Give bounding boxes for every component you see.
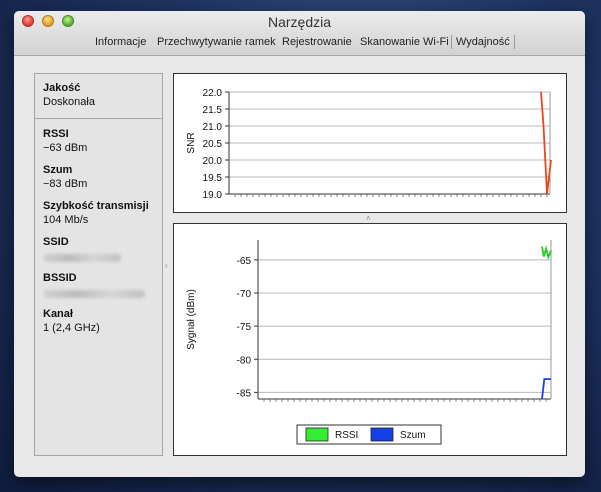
y-tick-label: 20.0 — [203, 156, 223, 167]
noise-value: −83 dBm — [43, 178, 88, 190]
bssid-label: BSSID — [43, 272, 77, 284]
tab-skanowanie-wifi[interactable]: Skanowanie Wi-Fi — [357, 35, 452, 49]
ssid-label: SSID — [43, 236, 69, 248]
quality-label: Jakość — [43, 82, 81, 94]
rssi-label: RSSI — [43, 128, 69, 140]
tx-rate-value: 104 Mb/s — [43, 214, 89, 226]
y-tick-label: 19.5 — [203, 173, 223, 184]
rssi-value: −63 dBm — [43, 142, 88, 154]
channel-label: Kanał — [43, 308, 73, 320]
legend-label-rssi: RSSI — [335, 430, 358, 441]
tab-bar: Informacje Przechwytywanie ramek Rejestr… — [14, 35, 585, 53]
legend-swatch-noise — [370, 427, 394, 442]
titlebar: Narzędzia Informacje Przechwytywanie ram… — [14, 11, 585, 56]
vertical-split-handle[interactable]: ‹ — [165, 261, 168, 270]
noise-label: Szum — [43, 164, 73, 176]
y-tick-label: -75 — [237, 322, 252, 333]
ssid-value-redacted — [43, 254, 121, 262]
y-tick-label: 21.5 — [203, 105, 223, 116]
window-title: Narzędzia — [267, 14, 332, 30]
y-axis-label: Sygnał (dBm) — [186, 289, 197, 350]
quality-value: Doskonała — [43, 96, 95, 108]
y-tick-label: 20.5 — [203, 139, 223, 150]
tab-przechwytywanie-ramek[interactable]: Przechwytywanie ramek — [154, 35, 279, 49]
connection-info-panel: Jakość Doskonała RSSI −63 dBm Szum −83 d… — [34, 73, 163, 456]
y-tick-label: -65 — [237, 256, 252, 267]
y-axis-label: SNR — [186, 132, 197, 153]
y-tick-label: 19.0 — [203, 190, 223, 201]
legend-swatch-rssi — [305, 427, 329, 442]
panel-divider — [35, 118, 162, 119]
snr-chart: 22.0 21.5 21.0 20.5 20.0 19.5 19.0 SNR — [186, 88, 552, 201]
signal-chart-panel: -65 -70 -75 -80 -85 Sygnał (dBm) RSSI Szum — [173, 223, 567, 456]
legend-label-noise: Szum — [400, 430, 426, 441]
y-tick-label: 22.0 — [203, 88, 223, 99]
series-line-szum — [541, 378, 551, 400]
snr-chart-panel: 22.0 21.5 21.0 20.5 20.0 19.5 19.0 SNR — [173, 73, 567, 213]
y-tick-label: -70 — [237, 289, 252, 300]
chart-legend: RSSI Szum — [296, 424, 442, 445]
signal-chart: -65 -70 -75 -80 -85 Sygnał (dBm) RSSI Szum — [186, 240, 552, 445]
bssid-value-redacted — [43, 290, 145, 298]
tab-rejestrowanie[interactable]: Rejestrowanie — [279, 35, 355, 49]
tab-wydajnosc[interactable]: Wydajność — [451, 35, 515, 49]
horizontal-split-handle[interactable]: ˄ — [366, 214, 371, 223]
y-tick-label: -85 — [237, 388, 252, 399]
wireless-diagnostics-window: Narzędzia Informacje Przechwytywanie ram… — [14, 11, 585, 477]
tx-rate-label: Szybkość transmisji — [43, 200, 149, 212]
channel-value: 1 (2,4 GHz) — [43, 322, 100, 334]
tab-informacje[interactable]: Informacje — [92, 35, 149, 49]
y-tick-label: -80 — [237, 355, 252, 366]
y-tick-label: 21.0 — [203, 122, 223, 133]
series-line-rssi — [541, 245, 552, 261]
